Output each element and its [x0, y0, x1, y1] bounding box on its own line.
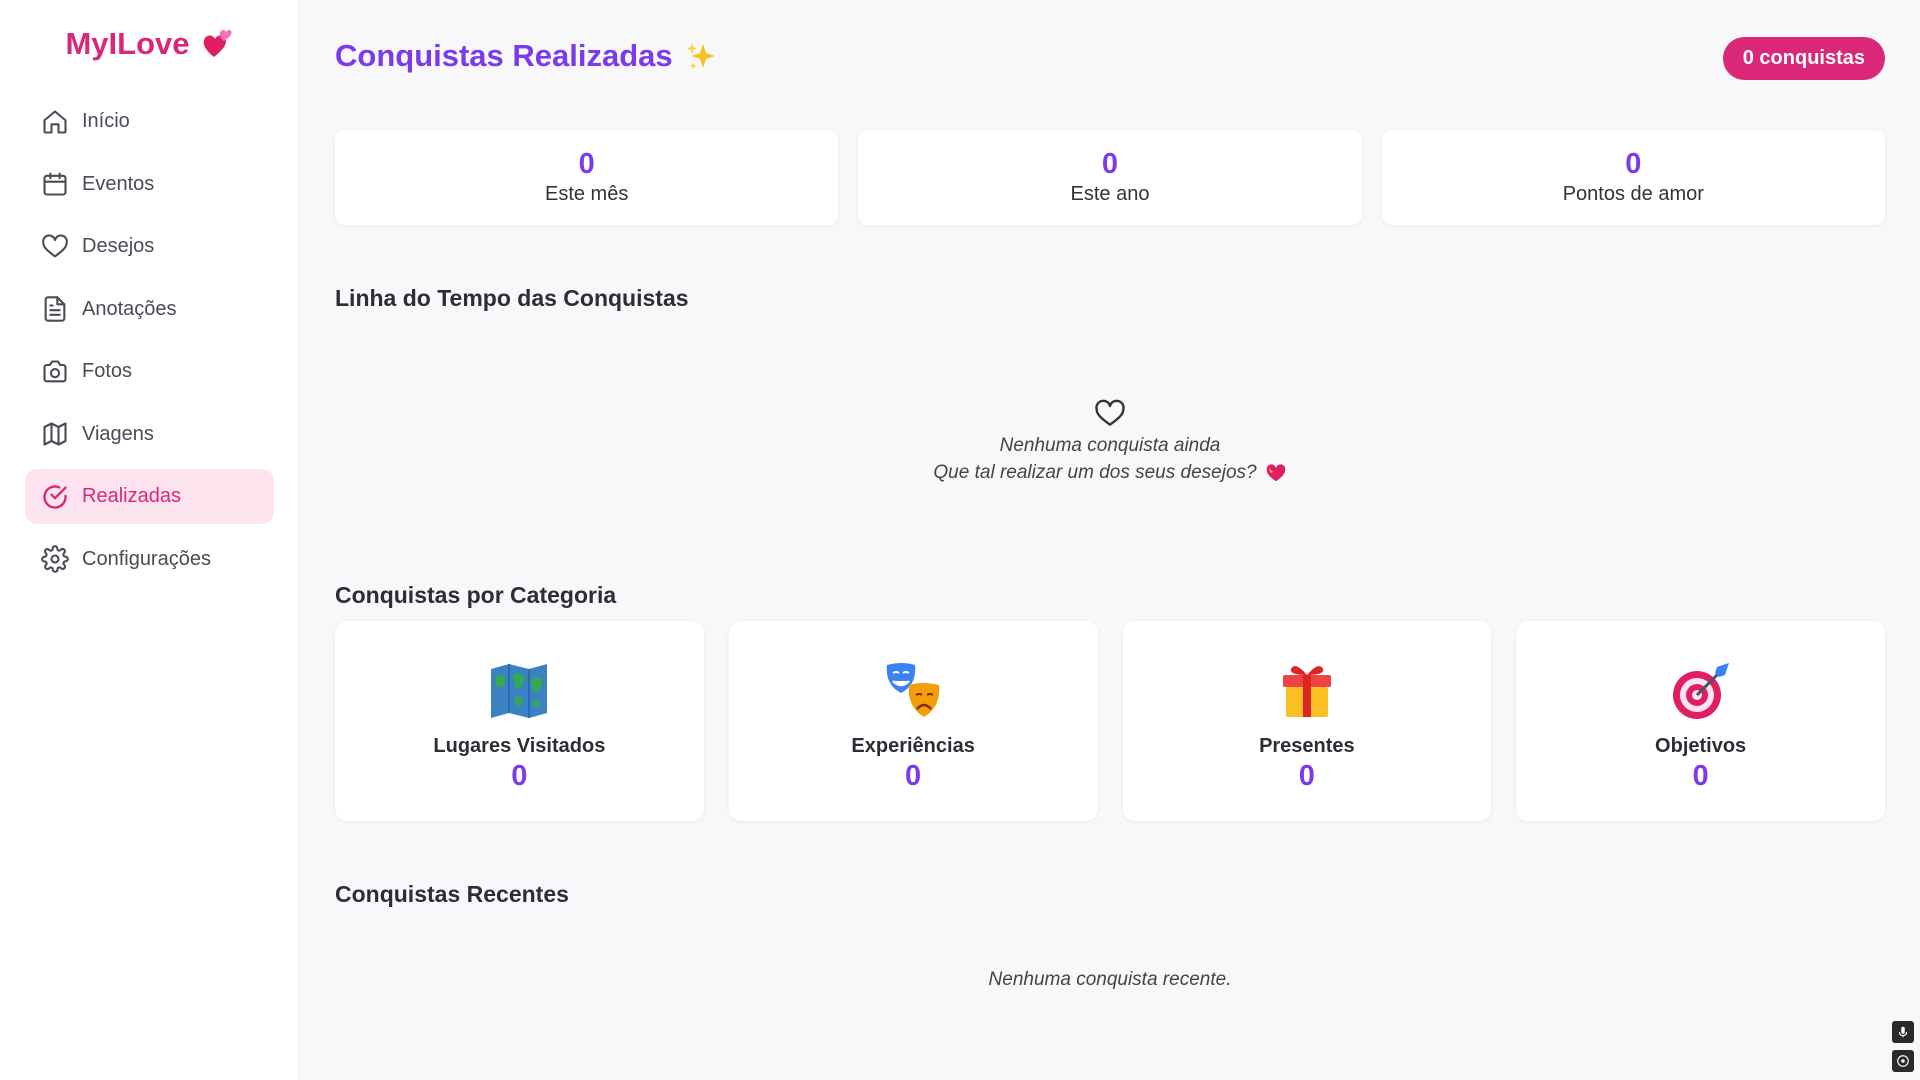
stat-card-este-ano: 0 Este ano	[858, 130, 1362, 225]
category-value: 0	[1692, 760, 1709, 792]
sidebar-item-label: Fotos	[82, 360, 133, 382]
sidebar: MyILove Início Eventos Desejos Anotações…	[0, 0, 299, 1080]
timeline-empty-line2: Que tal realizar um dos seus desejos?	[933, 462, 1257, 483]
sidebar-item-label: Realizadas	[82, 485, 181, 507]
sidebar-item-realizadas[interactable]: Realizadas	[25, 469, 274, 524]
recent-empty-state: Nenhuma conquista recente.	[988, 969, 1232, 990]
timeline-title: Linha do Tempo das Conquistas	[335, 285, 689, 311]
sidebar-item-label: Configurações	[82, 547, 211, 570]
categories-title: Conquistas por Categoria	[335, 582, 617, 608]
category-value: 0	[905, 760, 922, 792]
map-icon	[40, 419, 70, 449]
category-label: Presentes	[1259, 735, 1355, 757]
brand[interactable]: MyILove	[0, 26, 299, 62]
sparkles-icon	[686, 43, 715, 70]
theater-masks-icon	[886, 663, 940, 717]
home-icon	[40, 107, 70, 137]
stat-value: 0	[1101, 148, 1119, 181]
category-value: 0	[1298, 760, 1315, 792]
two-hearts-icon	[203, 29, 232, 57]
sidebar-item-label: Desejos	[82, 235, 155, 257]
sidebar-item-desejos[interactable]: Desejos	[25, 219, 274, 274]
stat-label: Este mês	[544, 182, 629, 205]
gear-icon	[40, 544, 70, 574]
conquistas-count-badge: 0 conquistas	[1722, 37, 1885, 80]
heart-icon	[40, 232, 70, 262]
sidebar-item-label: Anotações	[82, 297, 177, 320]
microphone-icon[interactable]	[1892, 1021, 1914, 1043]
categories-grid: Lugares Visitados 0 Experiências 0 Prese…	[335, 621, 1885, 821]
category-card-experiencias: Experiências 0	[728, 621, 1098, 821]
page-title: Conquistas Realizadas	[335, 38, 673, 73]
stats-row: 0 Este mês 0 Este ano 0 Pontos de amor	[335, 130, 1885, 225]
category-card-presentes: Presentes 0	[1122, 621, 1492, 821]
brand-name: MyILove	[65, 26, 190, 61]
stat-label: Este ano	[1070, 182, 1150, 205]
target-icon	[1672, 663, 1729, 719]
gift-icon	[1282, 666, 1331, 717]
stat-card-este-mes: 0 Este mês	[335, 130, 839, 225]
timeline-empty-line2-wrapper: Que tal realizar um dos seus desejos?	[933, 459, 1286, 486]
accessibility-icon[interactable]	[1892, 1050, 1914, 1072]
heart-outline-icon	[1095, 399, 1125, 426]
sidebar-nav: Início Eventos Desejos Anotações Fotos V…	[25, 94, 274, 594]
category-label: Experiências	[851, 735, 975, 757]
sidebar-item-label: Eventos	[82, 172, 155, 195]
check-circle-icon	[40, 482, 70, 512]
main-content: Conquistas Realizadas 0 conquistas 0 Est…	[335, 0, 1885, 1080]
recent-title: Conquistas Recentes	[335, 881, 569, 907]
timeline-empty-state: Nenhuma conquista ainda Que tal realizar…	[335, 398, 1885, 486]
sidebar-item-label: Viagens	[82, 422, 154, 445]
page-header: Conquistas Realizadas	[335, 38, 717, 74]
heart-with-ribbon-icon	[1266, 463, 1285, 481]
timeline-empty-line1: Nenhuma conquista ainda	[999, 435, 1221, 456]
camera-icon	[40, 357, 70, 387]
sidebar-item-viagens[interactable]: Viagens	[25, 407, 274, 462]
stat-label: Pontos de amor	[1562, 182, 1704, 205]
sidebar-item-label: Início	[82, 110, 130, 132]
world-map-icon	[491, 664, 548, 718]
category-label: Lugares Visitados	[433, 735, 606, 757]
sidebar-item-eventos[interactable]: Eventos	[25, 157, 274, 212]
sidebar-item-configuracoes[interactable]: Configurações	[25, 532, 274, 587]
stat-value: 0	[1625, 148, 1642, 181]
category-card-objetivos: Objetivos 0	[1516, 621, 1885, 821]
calendar-icon	[40, 169, 70, 199]
stat-card-pontos-de-amor: 0 Pontos de amor	[1381, 130, 1885, 225]
category-value: 0	[511, 760, 528, 792]
category-label: Objetivos	[1655, 735, 1747, 757]
sidebar-item-anotacoes[interactable]: Anotações	[25, 282, 274, 337]
sidebar-item-fotos[interactable]: Fotos	[25, 344, 274, 399]
stat-value: 0	[578, 148, 595, 181]
sidebar-item-inicio[interactable]: Início	[25, 94, 274, 149]
document-icon	[40, 294, 70, 324]
category-card-lugares-visitados: Lugares Visitados 0	[335, 621, 704, 821]
